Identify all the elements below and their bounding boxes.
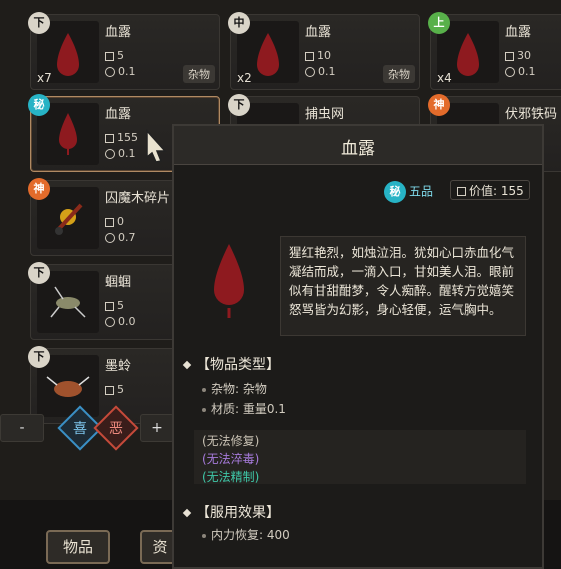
blood-drop-large-icon	[214, 244, 244, 318]
item-tooltip: 血露 秘五品 价值: 155 猩红艳烈，如烛泣泪。犹如心口赤血化气凝结而成，一滴…	[172, 124, 544, 569]
item-weight: 0.1	[505, 65, 536, 78]
inventory-slot[interactable]: 中 血露 10 0.1 x2 杂物	[228, 12, 420, 90]
item-name: 血露	[105, 25, 132, 40]
cursor-icon	[146, 129, 167, 163]
value-box: 价值: 155	[450, 180, 530, 200]
value-icon	[305, 51, 314, 61]
item-value: 5	[105, 299, 124, 312]
status-no-poison: (无法淬毒)	[202, 452, 260, 466]
item-description: 猩红艳烈，如烛泣泪。犹如心口赤血化气凝结而成，一滴入口，甘如美人泪。眼前似有甘甜…	[280, 236, 526, 336]
value-icon	[105, 385, 114, 395]
item-name: 血露	[305, 25, 332, 40]
tooltip-title: 血露	[341, 139, 375, 159]
grade-badge: 秘	[28, 94, 50, 116]
item-weight: 0.1	[105, 65, 136, 78]
item-name: 蝈蝈	[105, 275, 132, 290]
weight-icon	[105, 233, 115, 243]
item-name: 捕虫网	[305, 107, 345, 122]
item-value: 155	[105, 131, 138, 144]
inventory-slot[interactable]: 上 血露 30 0.1 x4	[428, 12, 561, 90]
status-unrepairable: (无法修复)	[202, 434, 260, 448]
item-category-tag: 杂物	[183, 65, 215, 83]
dislike-label: 恶	[109, 421, 123, 437]
rank-label: 五品	[409, 184, 434, 199]
value-icon	[105, 301, 114, 311]
plus-button[interactable]: +	[140, 414, 174, 442]
grade-badge: 神	[28, 178, 50, 200]
value-icon	[105, 133, 114, 143]
item-weight: 0.1	[305, 65, 336, 78]
rank-badge: 秘	[384, 181, 406, 203]
weight-icon	[505, 67, 515, 77]
item-weight: 0.7	[105, 231, 136, 244]
tab-items[interactable]: 物品	[46, 530, 110, 564]
value-icon	[457, 187, 466, 196]
minus-button[interactable]: -	[0, 414, 44, 442]
weight-icon	[105, 67, 115, 77]
grade-badge: 中	[228, 12, 250, 34]
weight-icon	[305, 67, 315, 77]
weight-icon	[105, 317, 115, 327]
item-quantity: x2	[237, 71, 252, 85]
item-weight: 0.0	[105, 315, 136, 328]
item-name: 墨蛉	[105, 359, 132, 374]
grade-badge: 下	[28, 12, 50, 34]
effect-line: 内力恢复: 400	[202, 526, 290, 543]
inventory-slot[interactable]: 下 血露 5 0.1 x7 杂物	[28, 12, 220, 90]
item-name: 伏邪铁码	[505, 107, 558, 122]
grade-badge: 下	[228, 94, 250, 116]
section-item-type: 【物品类型】	[182, 354, 280, 374]
item-name: 囚魔木碎片	[105, 191, 171, 206]
status-no-refine: (无法精制)	[202, 470, 260, 484]
item-name: 血露	[105, 107, 132, 122]
item-value: 5	[105, 383, 124, 396]
type-line: 杂物: 杂物	[202, 380, 267, 397]
dislike-button[interactable]: 恶	[93, 405, 139, 451]
grade-badge: 下	[28, 346, 50, 368]
item-value: 10	[305, 49, 331, 62]
value-icon	[505, 51, 514, 61]
item-weight: 0.1	[105, 147, 136, 160]
item-value: 5	[105, 49, 124, 62]
type-line: 材质: 重量0.1	[202, 400, 286, 417]
grade-badge: 下	[28, 262, 50, 284]
item-category-tag: 杂物	[383, 65, 415, 83]
value-icon	[105, 217, 114, 227]
grade-badge: 上	[428, 12, 450, 34]
value-icon	[105, 51, 114, 61]
tooltip-header: 血露	[174, 126, 542, 165]
weight-icon	[105, 149, 115, 159]
item-value: 30	[505, 49, 531, 62]
rank-indicator: 秘五品	[384, 181, 433, 203]
grade-badge: 神	[428, 94, 450, 116]
item-quantity: x4	[437, 71, 452, 85]
item-name: 血露	[505, 25, 532, 40]
section-effect: 【服用效果】	[182, 502, 280, 522]
item-value: 0	[105, 215, 124, 228]
item-quantity: x7	[37, 71, 52, 85]
